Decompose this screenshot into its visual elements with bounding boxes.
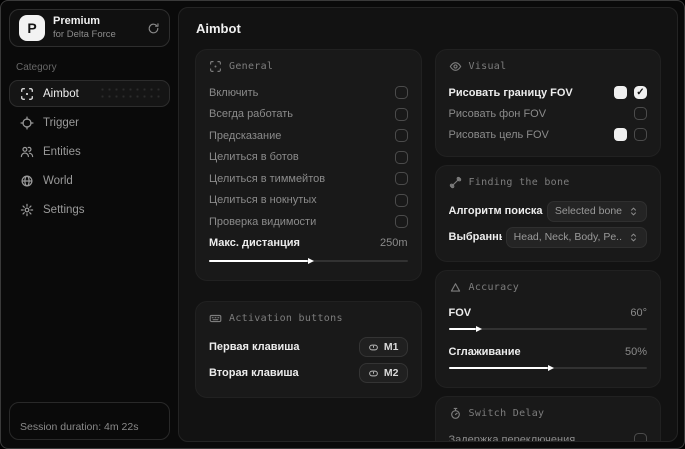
max-distance-slider[interactable] <box>209 255 408 267</box>
panel-accuracy: Accuracy FOV 60° Сглаживание 50% <box>434 270 661 388</box>
setting-row-target-teammates: Целиться в тиммейтов <box>209 168 408 190</box>
sidebar-item-label: World <box>43 174 73 187</box>
select-value: Head, Neck, Body, Pe.. <box>513 231 622 243</box>
first-key-row: Первая клавиша M1 <box>209 334 408 360</box>
fov-row: FOV 60° <box>448 306 648 319</box>
sidebar-item-settings[interactable]: Settings <box>9 196 170 223</box>
scan-icon <box>209 60 222 73</box>
sidebar-item-aimbot[interactable]: Aimbot <box>9 80 170 107</box>
second-keybind-button[interactable]: M2 <box>358 363 408 383</box>
page-title: Aimbot <box>196 21 241 36</box>
gear-icon <box>20 203 34 217</box>
setting-row-visibility-check: Проверка видимости <box>209 211 408 233</box>
unfold-icon <box>628 232 639 243</box>
stopwatch-icon <box>449 407 462 420</box>
sidebar-item-world[interactable]: World <box>9 167 170 194</box>
keybind-value: M1 <box>383 341 399 353</box>
checkbox[interactable] <box>394 215 408 229</box>
checkbox[interactable] <box>634 107 647 120</box>
checkbox[interactable] <box>394 193 408 207</box>
setting-row-enable: Включить <box>209 82 408 104</box>
globe-icon <box>20 174 34 188</box>
selected-bones-row: Выбранные кости Head, Neck, Body, Pe.. <box>449 224 647 250</box>
sidebar: P Premium for Delta Force Category Aimbo… <box>1 1 178 448</box>
trigger-crosshair-icon <box>20 115 34 130</box>
license-card: P Premium for Delta Force <box>9 9 170 47</box>
bone-algorithm-select[interactable]: Selected bone <box>546 200 647 222</box>
draw-fov-border-row: Рисовать границу FOV <box>449 82 647 103</box>
panel-title: Switch Delay <box>468 408 545 419</box>
smoothing-row: Сглаживание 50% <box>448 345 648 358</box>
checkbox[interactable] <box>394 172 408 186</box>
setting-row-target-bots: Целиться в ботов <box>209 147 408 169</box>
keybind-value: M2 <box>383 367 399 379</box>
category-label: Category <box>16 62 57 73</box>
smoothing-slider[interactable] <box>448 362 647 374</box>
mouse-icon <box>368 368 379 379</box>
setting-row-always-work: Всегда работать <box>209 104 408 126</box>
unfold-icon <box>628 206 639 217</box>
checkbox[interactable] <box>634 128 647 141</box>
crosshair-scan-icon <box>20 87 34 101</box>
checkbox[interactable] <box>394 107 408 121</box>
license-subtitle: for Delta Force <box>53 28 116 40</box>
panel-title: Activation buttons <box>229 313 343 324</box>
setting-row-prediction: Предсказание <box>209 125 408 147</box>
app-window: P Premium for Delta Force Category Aimbo… <box>0 0 685 449</box>
slider-fill <box>209 260 309 262</box>
main-panel: Aimbot General Включить Всегда работать … <box>178 7 678 442</box>
panel-title: Finding the bone <box>468 177 570 188</box>
draw-fov-target-row: Рисовать цель FOV <box>449 124 647 145</box>
fov-slider[interactable] <box>448 323 647 335</box>
bone-algorithm-row: Алгоритм поиска кости Selected bone <box>449 198 647 224</box>
checkbox[interactable] <box>394 86 408 100</box>
select-value: Selected bone <box>554 205 622 217</box>
sidebar-item-entities[interactable]: Entities <box>9 138 170 165</box>
bone-icon <box>449 176 462 189</box>
app-logo: P <box>19 15 45 41</box>
max-distance-row: Макс. дистанция 250m <box>209 237 408 250</box>
panel-title: Visual <box>468 61 507 72</box>
mouse-icon <box>368 342 379 353</box>
panel-finding-the-bone: Finding the bone Алгоритм поиска кости S… <box>434 165 661 262</box>
panel-switch-delay: Switch Delay Задержка переключения Задер… <box>434 396 661 441</box>
color-swatch[interactable] <box>614 128 627 141</box>
panel-title: General <box>229 61 274 72</box>
session-duration-card: Session duration: 4m 22s <box>9 402 170 440</box>
first-keybind-button[interactable]: M1 <box>358 337 408 357</box>
panel-visual: Visual Рисовать границу FOV Рисовать фон… <box>434 49 661 157</box>
smoothing-value: 50% <box>624 345 647 358</box>
slider-fill <box>448 328 477 330</box>
panel-title: Accuracy <box>468 282 520 293</box>
sidebar-item-trigger[interactable]: Trigger <box>9 109 170 136</box>
panel-general: General Включить Всегда работать Предска… <box>195 49 422 281</box>
license-title: Premium <box>53 15 101 28</box>
sidebar-item-label: Aimbot <box>43 87 79 100</box>
checkbox[interactable] <box>394 129 408 143</box>
checkbox[interactable] <box>634 86 647 99</box>
triangle-icon <box>449 281 462 294</box>
setting-row-target-knocked: Целиться в нокнутых <box>209 190 408 212</box>
max-distance-value: 250m <box>379 237 408 250</box>
slider-fill <box>448 367 548 369</box>
draw-fov-background-row: Рисовать фон FOV <box>449 103 647 124</box>
sidebar-item-label: Trigger <box>43 116 79 129</box>
panel-activation-buttons: Activation buttons Первая клавиша M1 Вто… <box>195 301 422 398</box>
users-icon <box>20 145 34 159</box>
refresh-icon[interactable] <box>147 22 160 35</box>
fov-value: 60° <box>630 306 647 319</box>
eye-icon <box>449 60 462 73</box>
sidebar-item-label: Entities <box>43 145 81 158</box>
second-key-row: Вторая клавиша M2 <box>209 360 408 386</box>
selected-bones-select[interactable]: Head, Neck, Body, Pe.. <box>505 226 647 248</box>
checkbox[interactable] <box>634 433 647 441</box>
sidebar-nav: Aimbot Trigger Entities World Settings <box>9 80 170 225</box>
keyboard-icon <box>209 312 222 325</box>
switch-delay-toggle-row: Задержка переключения <box>449 429 647 441</box>
color-swatch[interactable] <box>614 86 627 99</box>
session-duration-label: Session duration: 4m 22s <box>20 421 139 433</box>
sidebar-item-label: Settings <box>43 203 85 216</box>
checkbox[interactable] <box>394 150 408 164</box>
